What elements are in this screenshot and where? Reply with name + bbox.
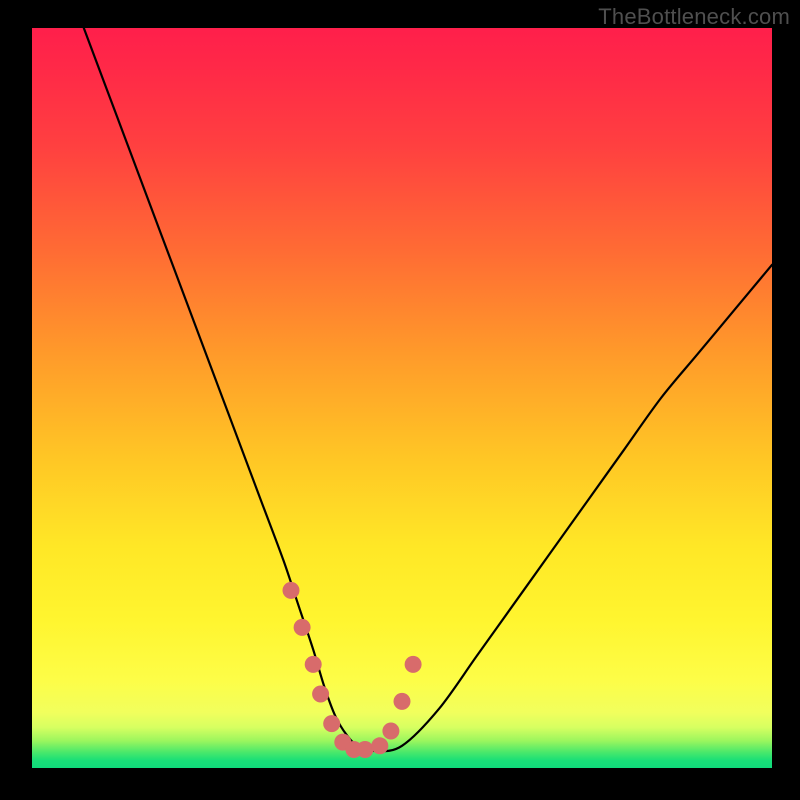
marker-point xyxy=(294,619,311,636)
marker-point xyxy=(283,582,300,599)
curve-svg xyxy=(32,28,772,768)
highlighted-points xyxy=(283,582,422,758)
marker-point xyxy=(357,741,374,758)
marker-point xyxy=(305,656,322,673)
chart-stage: TheBottleneck.com xyxy=(0,0,800,800)
marker-point xyxy=(394,693,411,710)
marker-point xyxy=(382,723,399,740)
bottleneck-curve xyxy=(84,28,772,751)
marker-point xyxy=(371,737,388,754)
marker-point xyxy=(405,656,422,673)
plot-area xyxy=(32,28,772,768)
watermark-text: TheBottleneck.com xyxy=(598,4,790,30)
marker-point xyxy=(323,715,340,732)
marker-point xyxy=(312,686,329,703)
